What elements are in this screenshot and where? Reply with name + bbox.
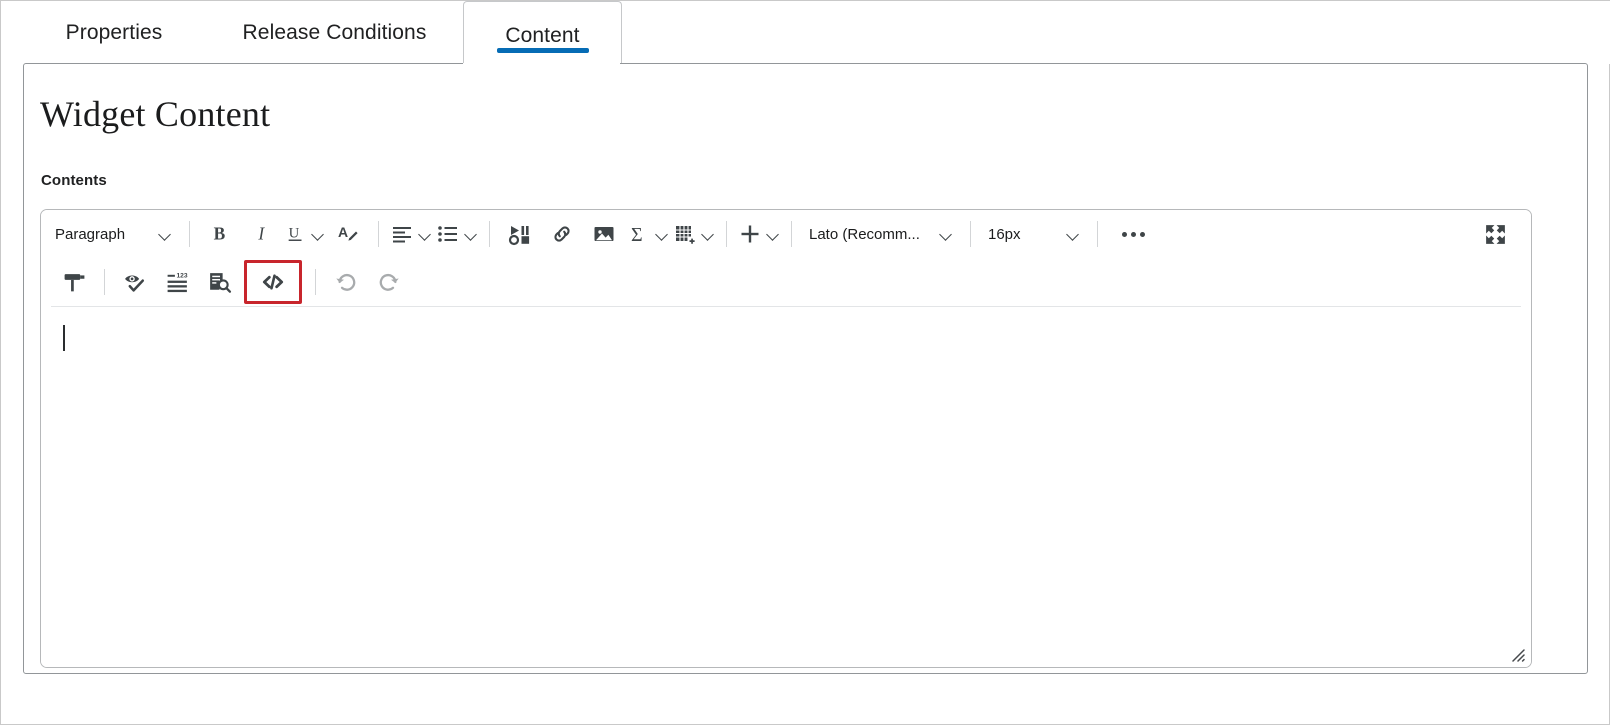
font-size-select[interactable]: 16px xyxy=(980,216,1088,252)
chevron-down-icon xyxy=(701,227,715,241)
toolbar-divider xyxy=(970,221,971,247)
active-tab-indicator xyxy=(497,48,589,53)
underline-button[interactable]: U xyxy=(283,216,327,252)
font-family-select[interactable]: Lato (Recomm... xyxy=(801,216,961,252)
bold-button[interactable]: B xyxy=(199,216,241,252)
page-title: Widget Content xyxy=(40,94,271,134)
chevron-down-icon xyxy=(311,227,325,241)
bold-icon: B xyxy=(209,223,231,245)
toolbar-divider xyxy=(791,221,792,247)
source-code-button[interactable] xyxy=(244,260,302,304)
image-icon xyxy=(592,222,616,246)
font-size-value: 16px xyxy=(988,225,1021,243)
format-painter-button[interactable] xyxy=(53,264,95,300)
accessibility-check-button[interactable] xyxy=(114,264,156,300)
content-panel: Widget Content Contents Paragraph B I U … xyxy=(23,63,1588,674)
text-cursor xyxy=(63,325,65,351)
list-button[interactable] xyxy=(434,216,480,252)
insert-equation-button[interactable]: Σ xyxy=(625,216,671,252)
toolbar-divider xyxy=(104,269,105,295)
ellipsis-icon xyxy=(1121,231,1145,237)
contents-field-label: Contents xyxy=(41,172,107,189)
tab-strip: Properties Release Conditions Content xyxy=(2,1,1610,64)
page-frame: Properties Release Conditions Content Wi… xyxy=(0,0,1610,725)
redo-icon xyxy=(376,270,401,295)
toolbar-divider xyxy=(378,221,379,247)
svg-text:U: U xyxy=(289,226,300,242)
chevron-down-icon xyxy=(158,227,172,241)
format-painter-icon xyxy=(62,270,87,295)
toolbar-divider xyxy=(1097,221,1098,247)
tab-release-conditions-label: Release Conditions xyxy=(242,21,427,44)
chevron-down-icon xyxy=(418,227,432,241)
chevron-down-icon xyxy=(464,227,478,241)
chevron-down-icon xyxy=(939,227,953,241)
tab-content-label: Content xyxy=(505,24,580,47)
svg-text:Σ: Σ xyxy=(631,224,643,246)
bulleted-list-icon xyxy=(436,222,460,246)
insert-image-button[interactable] xyxy=(583,216,625,252)
tab-content[interactable]: Content xyxy=(463,1,622,64)
italic-button[interactable]: I xyxy=(241,216,283,252)
fullscreen-button[interactable] xyxy=(1469,216,1521,252)
tab-release-conditions[interactable]: Release Conditions xyxy=(207,1,462,64)
svg-text:I: I xyxy=(257,224,265,244)
redo-button[interactable] xyxy=(367,264,409,300)
svg-text:123: 123 xyxy=(176,272,187,279)
insert-media-button[interactable] xyxy=(499,216,541,252)
active-tab-mask xyxy=(463,63,620,65)
preview-icon xyxy=(207,270,232,295)
undo-button[interactable] xyxy=(325,264,367,300)
html-editor: Paragraph B I U A Σ Lato (Recomm... 16px… xyxy=(40,209,1532,668)
word-count-button[interactable]: 123 xyxy=(156,264,198,300)
toolbar-divider xyxy=(489,221,490,247)
toolbar-divider xyxy=(189,221,190,247)
tab-properties-label: Properties xyxy=(65,21,163,44)
chevron-down-icon xyxy=(1066,227,1080,241)
italic-icon: I xyxy=(251,223,273,245)
paragraph-style-select[interactable]: Paragraph xyxy=(47,216,180,252)
chevron-down-icon xyxy=(766,227,780,241)
paragraph-style-value: Paragraph xyxy=(55,225,126,243)
chevron-down-icon xyxy=(655,227,669,241)
insert-link-button[interactable] xyxy=(541,216,583,252)
font-family-value: Lato (Recomm... xyxy=(809,225,920,243)
tab-properties[interactable]: Properties xyxy=(24,1,204,64)
svg-text:A: A xyxy=(338,224,348,240)
more-options-button[interactable] xyxy=(1107,216,1159,252)
undo-icon xyxy=(334,270,359,295)
editor-toolbar-row-1: Paragraph B I U A Σ Lato (Recomm... 16px xyxy=(41,210,1531,258)
text-color-button[interactable]: A xyxy=(327,216,369,252)
svg-text:B: B xyxy=(214,224,226,244)
table-icon xyxy=(673,222,697,246)
html-source-icon xyxy=(260,269,286,295)
align-button[interactable] xyxy=(388,216,434,252)
insert-table-button[interactable] xyxy=(671,216,717,252)
editor-toolbar-row-2: 123 xyxy=(41,258,1531,306)
insert-more-button[interactable] xyxy=(736,216,782,252)
text-color-icon: A xyxy=(336,222,360,246)
fullscreen-icon xyxy=(1483,222,1508,247)
media-icon xyxy=(508,222,532,246)
toolbar-divider xyxy=(726,221,727,247)
resize-grip-icon[interactable] xyxy=(1509,646,1525,662)
underline-icon: U xyxy=(285,223,307,245)
link-icon xyxy=(550,222,574,246)
toolbar-divider xyxy=(315,269,316,295)
sigma-icon: Σ xyxy=(627,222,651,246)
word-count-icon: 123 xyxy=(165,270,190,295)
editor-content-area[interactable] xyxy=(41,307,1531,667)
plus-icon xyxy=(738,222,762,246)
accessibility-check-icon xyxy=(123,270,148,295)
preview-button[interactable] xyxy=(198,264,240,300)
align-left-icon xyxy=(390,222,414,246)
